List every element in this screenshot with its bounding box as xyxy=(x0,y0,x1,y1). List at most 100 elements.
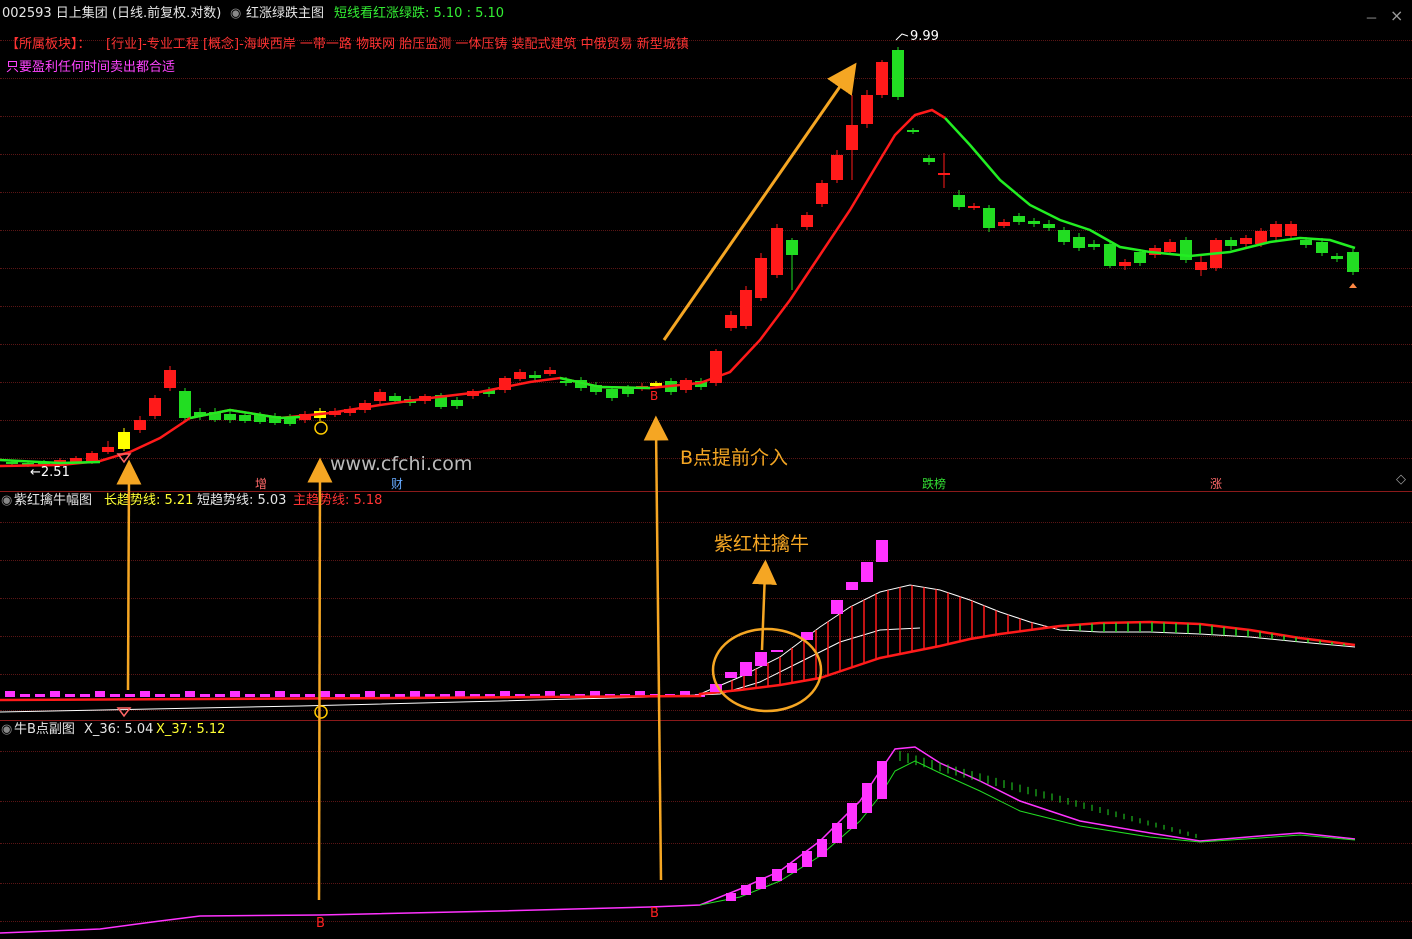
candle-body xyxy=(846,125,858,150)
candle-body xyxy=(1316,242,1328,253)
candle-body xyxy=(374,392,386,401)
b-early-entry-annotation: B点提前介入 xyxy=(680,447,789,469)
candle-body xyxy=(907,130,919,132)
event-label-zeng: 增 xyxy=(255,477,268,491)
small-pink-bar xyxy=(290,694,300,697)
small-pink-bar xyxy=(245,694,255,697)
candle-body xyxy=(1347,252,1359,272)
candle-body xyxy=(451,400,463,406)
event-label-cai: 财 xyxy=(391,477,404,491)
candle-body xyxy=(1270,224,1282,237)
sub2-toggle-icon[interactable]: ◉ xyxy=(1,722,12,738)
small-pink-bar xyxy=(50,691,60,697)
candle-body xyxy=(1134,252,1146,263)
indicator-toggle-icon[interactable]: ◉ xyxy=(230,6,241,22)
candle-body xyxy=(755,258,767,298)
sub2-chart-pane[interactable] xyxy=(0,721,1412,939)
purple-bull-bar xyxy=(710,684,722,692)
small-pink-bar xyxy=(110,694,120,697)
candle-body xyxy=(983,208,995,228)
magenta-bar xyxy=(787,863,797,873)
magenta-bar xyxy=(756,877,766,889)
small-up-marker-icon xyxy=(1349,283,1357,288)
purple-bull-bar xyxy=(861,562,873,582)
candle-body xyxy=(968,206,980,208)
candle-body xyxy=(622,388,634,394)
small-pink-bar xyxy=(260,694,270,697)
purple-bull-bar xyxy=(771,650,783,652)
small-pink-bar xyxy=(125,694,135,697)
candle-body xyxy=(831,155,843,180)
close-button[interactable]: × xyxy=(1390,6,1403,25)
candle-body xyxy=(725,315,737,328)
main-trend-line xyxy=(0,620,1356,702)
candle-body xyxy=(118,432,130,449)
purple-bull-bar xyxy=(801,632,813,640)
candle-body xyxy=(1028,221,1040,224)
small-pink-bar xyxy=(365,691,375,697)
candle-body xyxy=(1058,230,1070,242)
small-pink-bar xyxy=(335,694,345,697)
sub1-toggle-icon[interactable]: ◉ xyxy=(1,493,12,509)
magenta-bar xyxy=(817,839,827,857)
candle-body xyxy=(179,391,191,418)
sector-tag: 【所属板块】： xyxy=(6,37,91,52)
small-pink-bar xyxy=(155,694,165,697)
upper-band-line xyxy=(699,584,1356,695)
candle-body xyxy=(650,383,662,386)
main-chart-pane[interactable] xyxy=(0,0,1412,491)
small-pink-bar xyxy=(80,694,90,697)
candle-body xyxy=(1331,256,1343,259)
magenta-bar xyxy=(832,823,842,843)
candle-body xyxy=(1225,240,1237,246)
magenta-bar xyxy=(847,803,857,829)
candle-body xyxy=(606,389,618,398)
candle-body xyxy=(953,195,965,207)
candle-body xyxy=(801,215,813,227)
candle-body xyxy=(786,240,798,255)
sub2-b-label-2: B xyxy=(650,906,659,921)
small-pink-bar xyxy=(170,694,180,697)
purple-bull-bar xyxy=(755,652,767,666)
magenta-bar xyxy=(772,869,782,881)
small-pink-bar xyxy=(320,691,330,697)
indicator-name[interactable]: 红涨绿跌主图 xyxy=(246,6,324,22)
sub2-x37-value: X_37: 5.12 xyxy=(156,722,226,737)
candle-body xyxy=(1088,244,1100,247)
candle-body xyxy=(544,370,556,374)
sub1-title[interactable]: 紫红擒牛幅图 xyxy=(14,493,92,509)
sub1-short-value: 短趋势线: 5.03 xyxy=(197,493,287,508)
candle-body xyxy=(1073,237,1085,248)
candle-body xyxy=(816,183,828,204)
small-pink-bar xyxy=(215,694,225,697)
candle-body xyxy=(1195,262,1207,270)
candle-body xyxy=(1043,224,1055,228)
main-candlestick-chart xyxy=(0,33,1359,468)
candle-body xyxy=(1013,216,1025,222)
small-pink-bar xyxy=(185,691,195,697)
trade-note: 只要盈利任何时间卖出都合适 xyxy=(6,60,176,75)
trend-line-red xyxy=(0,108,946,468)
settings-diamond-icon[interactable]: ◇ xyxy=(1396,472,1406,487)
small-pink-bar xyxy=(20,694,30,697)
high-price-label: 9.99 xyxy=(910,29,939,44)
candle-body xyxy=(529,375,541,378)
candle-body xyxy=(771,228,783,275)
sector-list: [行业]-专业工程 [概念]-海峡西岸 一带一路 物联网 胎压监测 一体压铸 装… xyxy=(106,37,689,52)
sub1-chart-pane[interactable] xyxy=(0,492,1412,720)
b-signal-label: B xyxy=(650,389,659,403)
small-pink-bar xyxy=(95,691,105,697)
watermark-text: www.cfchi.com xyxy=(330,453,473,475)
small-pink-bar xyxy=(350,694,360,697)
trend-line-green xyxy=(559,376,651,390)
sub2-title[interactable]: 牛B点副图 xyxy=(14,722,75,738)
small-pink-bar xyxy=(380,694,390,697)
candle-body xyxy=(1240,238,1252,244)
small-pink-bar xyxy=(230,691,240,697)
candle-body xyxy=(861,95,873,124)
candle-body xyxy=(134,420,146,430)
purple-bull-bar xyxy=(846,582,858,590)
x37-line xyxy=(699,760,1356,906)
minimize-button[interactable]: － xyxy=(1365,8,1378,27)
candle-body xyxy=(149,398,161,416)
